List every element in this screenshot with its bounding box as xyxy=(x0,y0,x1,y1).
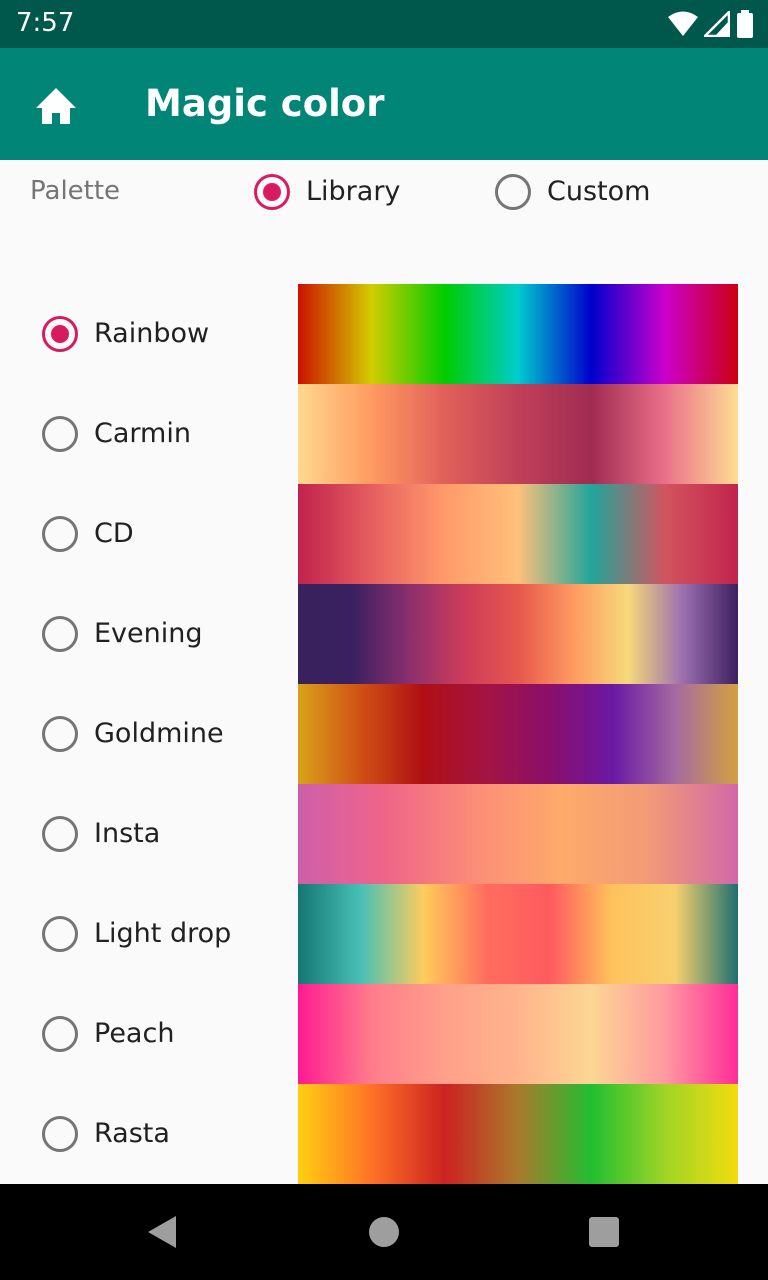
gradient-swatch[interactable] xyxy=(298,684,738,784)
gradient-name: Rasta xyxy=(94,1118,170,1149)
status-icons xyxy=(668,10,754,38)
gradient-swatch[interactable] xyxy=(298,884,738,984)
custom-radio[interactable] xyxy=(495,174,531,210)
gradient-swatch[interactable] xyxy=(298,384,738,484)
gradient-name: Light drop xyxy=(94,918,232,949)
gradient-item[interactable]: Goldmine xyxy=(0,684,768,784)
gradient-swatch[interactable] xyxy=(298,284,738,384)
gradient-radio[interactable] xyxy=(42,1116,78,1152)
gradient-name: Rainbow xyxy=(94,318,210,349)
gradient-item[interactable]: Light drop xyxy=(0,884,768,984)
gradient-item[interactable]: Rasta xyxy=(0,1084,768,1184)
library-radio[interactable] xyxy=(254,174,290,210)
gradient-swatch[interactable] xyxy=(298,1084,738,1184)
navigation-bar xyxy=(0,1184,768,1280)
gradient-name: CD xyxy=(94,518,134,549)
home-button[interactable] xyxy=(368,1216,400,1248)
gradient-swatch[interactable] xyxy=(298,584,738,684)
gradient-item[interactable]: Insta xyxy=(0,784,768,884)
gradient-radio[interactable] xyxy=(42,516,78,552)
palette-label: Palette xyxy=(30,176,121,206)
app-title: Magic color xyxy=(145,82,385,125)
gradient-swatch[interactable] xyxy=(298,484,738,584)
gradient-item[interactable]: Carmin xyxy=(0,384,768,484)
status-time: 7:57 xyxy=(16,8,75,38)
gradient-swatch[interactable] xyxy=(298,784,738,884)
gradient-name: Insta xyxy=(94,818,161,849)
wifi-icon xyxy=(668,11,698,36)
gradient-name: Goldmine xyxy=(94,718,224,749)
custom-label: Custom xyxy=(547,176,651,207)
gradient-item[interactable]: Rainbow xyxy=(0,284,768,384)
gradient-radio[interactable] xyxy=(42,616,78,652)
cellular-signal-icon xyxy=(704,11,730,37)
gradient-radio[interactable] xyxy=(42,316,78,352)
gradient-radio[interactable] xyxy=(42,416,78,452)
gradient-list[interactable]: Rainbow Carmin CD Evening Goldmine Insta Light… xyxy=(0,284,768,1184)
gradient-radio[interactable] xyxy=(42,1016,78,1052)
gradient-name: Evening xyxy=(94,618,203,649)
gradient-radio[interactable] xyxy=(42,916,78,952)
gradient-item[interactable]: Evening xyxy=(0,584,768,684)
gradient-name: Carmin xyxy=(94,418,191,449)
gradient-radio[interactable] xyxy=(42,816,78,852)
gradient-name: Peach xyxy=(94,1018,175,1049)
home-icon[interactable] xyxy=(30,80,82,128)
gradient-item[interactable]: Peach xyxy=(0,984,768,1084)
recents-button[interactable] xyxy=(588,1216,620,1248)
status-bar: 7:57 xyxy=(0,0,768,48)
app-bar: Magic color xyxy=(0,48,768,160)
gradient-radio[interactable] xyxy=(42,716,78,752)
gradient-swatch[interactable] xyxy=(298,984,738,1084)
library-label: Library xyxy=(306,176,401,207)
back-button[interactable] xyxy=(144,1214,180,1250)
battery-icon xyxy=(737,10,753,38)
gradient-item[interactable]: CD xyxy=(0,484,768,584)
